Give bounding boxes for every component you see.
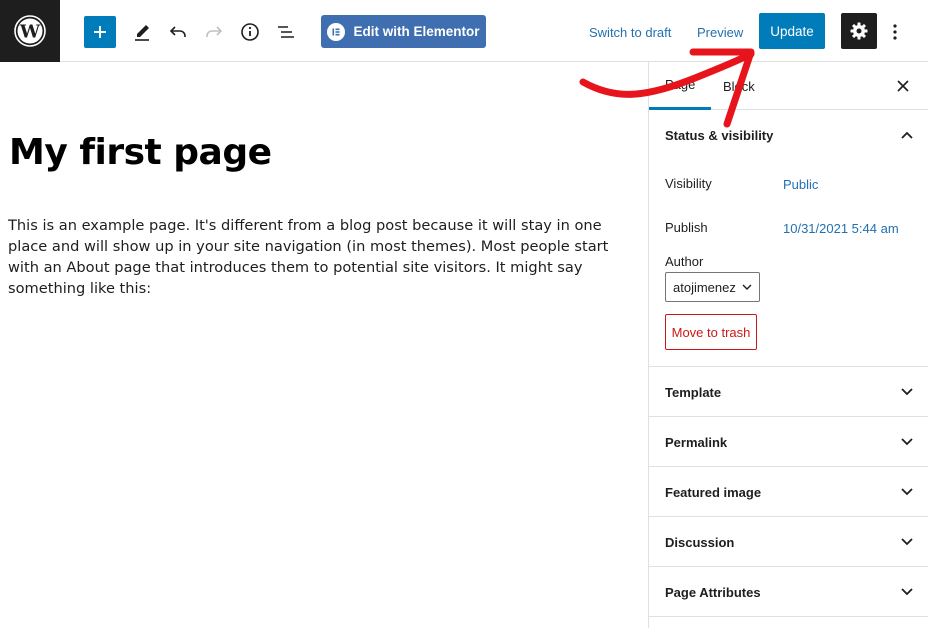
- author-select[interactable]: atojimenez: [665, 272, 760, 302]
- panel-template-label: Template: [665, 384, 722, 400]
- move-to-trash-button[interactable]: Move to trash: [665, 314, 757, 350]
- switch-to-draft-button[interactable]: Switch to draft: [589, 16, 671, 48]
- pencil-icon: [135, 25, 149, 41]
- redo-button[interactable]: [198, 16, 230, 48]
- plus-icon: [94, 26, 106, 38]
- publish-date-link[interactable]: 10/31/2021 5:44 am: [783, 221, 899, 236]
- chevron-down-icon: [901, 538, 913, 546]
- details-button[interactable]: [234, 16, 266, 48]
- author-label: Author: [665, 254, 704, 269]
- undo-button[interactable]: [162, 16, 194, 48]
- chevron-down-icon: [901, 588, 913, 596]
- close-icon: [897, 80, 909, 92]
- svg-text:W: W: [19, 22, 41, 43]
- divider: [649, 616, 928, 617]
- panel-page-attributes-label: Page Attributes: [665, 584, 761, 600]
- panel-discussion-toggle[interactable]: Discussion: [649, 517, 928, 567]
- close-sidebar-button[interactable]: [891, 74, 915, 98]
- panel-permalink-toggle[interactable]: Permalink: [649, 417, 928, 467]
- panel-discussion-label: Discussion: [665, 534, 735, 550]
- wordpress-logo-button[interactable]: W: [0, 0, 60, 62]
- list-view-icon: [278, 26, 294, 38]
- visibility-value-link[interactable]: Public: [783, 177, 818, 192]
- tools-button[interactable]: [126, 16, 158, 48]
- tab-block[interactable]: Block: [723, 62, 755, 110]
- editor-canvas: My first page This is an example page. I…: [0, 62, 648, 628]
- add-block-button[interactable]: [84, 16, 116, 48]
- status-visibility-heading: Status & visibility: [665, 127, 774, 143]
- author-select-value: atojimenez: [673, 279, 736, 295]
- edit-with-elementor-button[interactable]: Edit with Elementor: [321, 15, 486, 48]
- page-title[interactable]: My first page: [9, 132, 272, 173]
- more-vertical-icon: [893, 24, 897, 40]
- chevron-down-icon: [901, 388, 913, 396]
- chevron-down-icon: [901, 438, 913, 446]
- status-visibility-toggle[interactable]: Status & visibility: [649, 110, 928, 160]
- editor-top-bar: W Edit with Elementor Switch to draft Pr…: [0, 0, 928, 62]
- chevron-up-icon: [901, 131, 913, 139]
- redo-icon: [206, 26, 223, 37]
- list-view-button[interactable]: [270, 16, 302, 48]
- panel-page-attributes-toggle[interactable]: Page Attributes: [649, 567, 928, 617]
- elementor-icon: [327, 22, 346, 41]
- options-button[interactable]: [886, 16, 904, 48]
- sidebar-tabs: Page Block: [649, 62, 928, 110]
- panel-featured-image-toggle[interactable]: Featured image: [649, 467, 928, 517]
- info-icon: [241, 23, 259, 41]
- gear-icon: [850, 22, 868, 40]
- paragraph-block[interactable]: This is an example page. It's different …: [8, 215, 628, 299]
- undo-icon: [169, 26, 186, 37]
- panel-featured-image-label: Featured image: [665, 484, 762, 500]
- visibility-label: Visibility: [665, 176, 712, 191]
- settings-button[interactable]: [841, 13, 877, 49]
- tab-page[interactable]: Page: [649, 62, 712, 110]
- edit-with-elementor-label: Edit with Elementor: [353, 24, 480, 39]
- preview-button[interactable]: Preview: [697, 16, 743, 48]
- chevron-down-icon: [742, 284, 752, 290]
- settings-sidebar: Page Block Status & visibility Visibilit…: [648, 62, 928, 628]
- panel-template-toggle[interactable]: Template: [649, 367, 928, 417]
- panel-permalink-label: Permalink: [665, 434, 728, 450]
- wordpress-icon: W: [14, 15, 46, 47]
- publish-label: Publish: [665, 220, 708, 235]
- chevron-down-icon: [901, 488, 913, 496]
- update-button[interactable]: Update: [759, 13, 825, 49]
